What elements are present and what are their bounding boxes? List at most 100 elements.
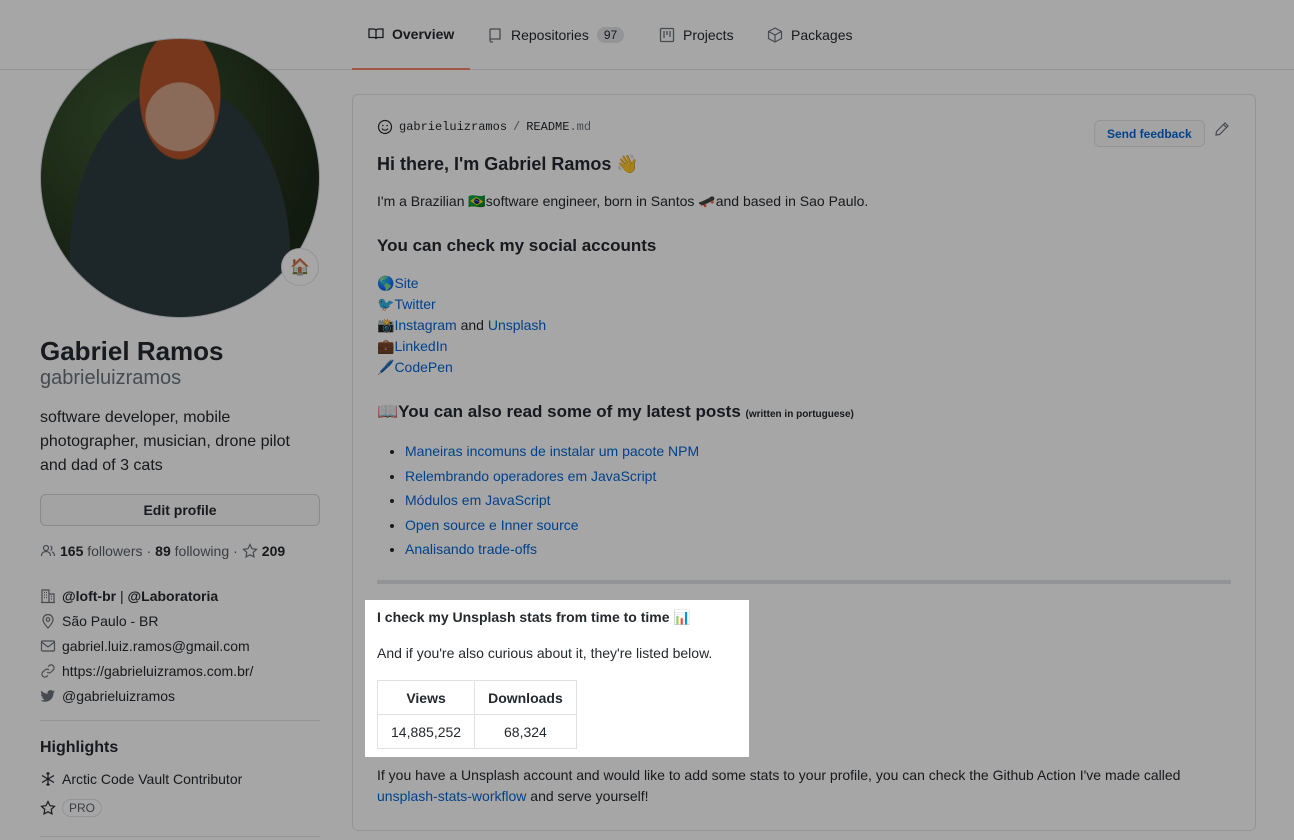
followers-label: followers <box>87 543 143 559</box>
social-item-twitter: 🐦Twitter <box>377 294 546 315</box>
readme-greeting: Hi there, I'm Gabriel Ramos 👋 <box>377 154 639 174</box>
mail-icon <box>40 639 56 652</box>
readme-extension: .md <box>569 120 592 134</box>
twitter-link[interactable]: @gabrieluizramos <box>62 688 175 704</box>
table-row: 14,885,252 68,324 <box>376 714 577 749</box>
views-value: 14,885,252 <box>376 714 476 749</box>
stats-heading: I check my Unsplash stats from time to t… <box>377 609 691 625</box>
social-item-linkedin: 💼LinkedIn <box>377 336 546 357</box>
following-link[interactable]: 89 following <box>155 543 229 559</box>
briefcase-icon: 💼 <box>377 338 395 354</box>
arctic-label: Arctic Code Vault Contributor <box>62 771 243 787</box>
highlights-title: Highlights <box>40 739 119 756</box>
org-separator: | <box>119 587 124 604</box>
post-link[interactable]: Analisando trade-offs <box>405 541 537 557</box>
pencil-icon[interactable] <box>1214 121 1230 137</box>
social-heading: You can check my social accounts <box>377 236 657 255</box>
snowflake-icon <box>41 772 55 786</box>
readme-path: gabrieluizramos / README.md <box>377 119 591 135</box>
sidebar-divider <box>40 836 320 837</box>
vcard-website: https://gabrieluizramos.com.br/ <box>40 658 320 683</box>
linkedin-link[interactable]: LinkedIn <box>394 338 447 354</box>
social-links: 🌎Site 🐦Twitter 📸Instagram and Unsplash 💼… <box>377 273 546 378</box>
tab-projects[interactable]: Projects <box>643 0 750 70</box>
post-link[interactable]: Open source e Inner source <box>405 517 579 533</box>
tab-label: Overview <box>392 26 455 42</box>
tab-label: Projects <box>683 27 734 43</box>
site-link[interactable]: Site <box>394 275 418 291</box>
avatar[interactable] <box>40 38 320 318</box>
downloads-header: Downloads <box>474 680 577 715</box>
path-separator: / <box>513 120 521 134</box>
social-item-codepen: 🖊️CodePen <box>377 357 546 378</box>
list-item: Relembrando operadores em JavaScript <box>405 464 699 489</box>
tab-packages[interactable]: Packages <box>751 0 868 70</box>
tab-overview[interactable]: Overview <box>352 0 471 70</box>
social-item-site: 🌎Site <box>377 273 546 294</box>
and-text: and <box>456 317 488 333</box>
post-link[interactable]: Módulos em JavaScript <box>405 492 551 508</box>
workflow-link[interactable]: unsplash-stats-workflow <box>377 788 526 804</box>
list-item: Módulos em JavaScript <box>405 488 699 513</box>
project-icon <box>659 27 675 43</box>
location-text: São Paulo - BR <box>62 612 159 629</box>
pro-badge: PRO <box>62 799 103 817</box>
stars-link[interactable]: 209 <box>241 543 286 559</box>
views-header: Views <box>376 680 476 715</box>
profile-fullname: Gabriel Ramos <box>40 336 224 366</box>
edit-profile-button[interactable]: Edit profile <box>40 494 320 526</box>
smiley-icon <box>377 119 393 135</box>
profile-username: gabrieluizramos <box>40 367 182 389</box>
pen-icon: 🖊️ <box>377 359 395 375</box>
stars-count: 209 <box>261 543 286 559</box>
website-link[interactable]: https://gabrieluizramos.com.br/ <box>62 663 253 679</box>
horizontal-rule <box>377 580 1231 584</box>
tab-label: Repositories <box>511 27 589 43</box>
post-link[interactable]: Relembrando operadores em JavaScript <box>405 468 656 484</box>
footer-tail: and serve yourself! <box>526 788 649 804</box>
follow-stats: 165 followers · 89 following · 209 <box>40 543 285 559</box>
codepen-link[interactable]: CodePen <box>394 359 452 375</box>
followers-count: 165 <box>60 543 84 559</box>
highlight-pro: PRO <box>40 799 103 817</box>
email-link[interactable]: gabriel.luiz.ramos@gmail.com <box>62 638 250 654</box>
org-link-laboratoria[interactable]: @Laboratoria <box>128 588 219 604</box>
posts-note: (written in portuguese) <box>745 409 854 420</box>
readme-intro: I'm a Brazilian 🇧🇷software engineer, bor… <box>377 193 869 209</box>
star-icon <box>40 800 56 816</box>
post-link[interactable]: Maneiras incomuns de instalar um pacote … <box>405 443 699 459</box>
followers-link[interactable]: 165 followers <box>60 543 143 559</box>
list-item: Maneiras incomuns de instalar um pacote … <box>405 439 699 464</box>
readme-footer: If you have a Unsplash account and would… <box>377 765 1237 807</box>
stats-description: And if you're also curious about it, the… <box>377 645 713 661</box>
posts-heading-text: 📖You can also read some of my latest pos… <box>377 402 741 421</box>
social-item-instagram: 📸Instagram and Unsplash <box>377 315 546 336</box>
vcard-details: @loft-br | @Laboratoria São Paulo - BR g… <box>40 583 320 708</box>
camera-icon: 📸 <box>377 317 395 333</box>
instagram-link[interactable]: Instagram <box>394 317 456 333</box>
table-header-row: Views Downloads <box>376 680 577 715</box>
unsplash-link[interactable]: Unsplash <box>488 317 546 333</box>
posts-heading: 📖You can also read some of my latest pos… <box>377 402 854 422</box>
posts-list: Maneiras incomuns de instalar um pacote … <box>405 439 699 562</box>
twitter-link[interactable]: Twitter <box>394 296 435 312</box>
package-icon <box>767 27 783 43</box>
readme-repo-link[interactable]: gabrieluizramos <box>399 120 507 134</box>
stats-table: Views Downloads 14,885,252 68,324 <box>376 680 577 749</box>
following-count: 89 <box>155 543 171 559</box>
tab-repositories[interactable]: Repositories 97 <box>471 0 640 70</box>
repo-count-badge: 97 <box>596 27 625 43</box>
separator: · <box>233 543 238 559</box>
status-emoji[interactable]: 🏠 <box>281 248 319 286</box>
readme-filename: README <box>526 120 570 134</box>
following-label: following <box>174 543 230 559</box>
link-icon <box>41 663 55 678</box>
send-feedback-button[interactable]: Send feedback <box>1094 120 1205 147</box>
location-icon <box>42 613 54 629</box>
organization-icon <box>41 588 55 603</box>
repo-icon <box>489 28 501 43</box>
globe-icon: 🌎 <box>377 275 395 291</box>
profile-bio: software developer, mobile photographer,… <box>40 409 290 474</box>
vcard-organization: @loft-br | @Laboratoria <box>40 583 320 608</box>
org-link-loft[interactable]: @loft-br <box>62 588 116 604</box>
